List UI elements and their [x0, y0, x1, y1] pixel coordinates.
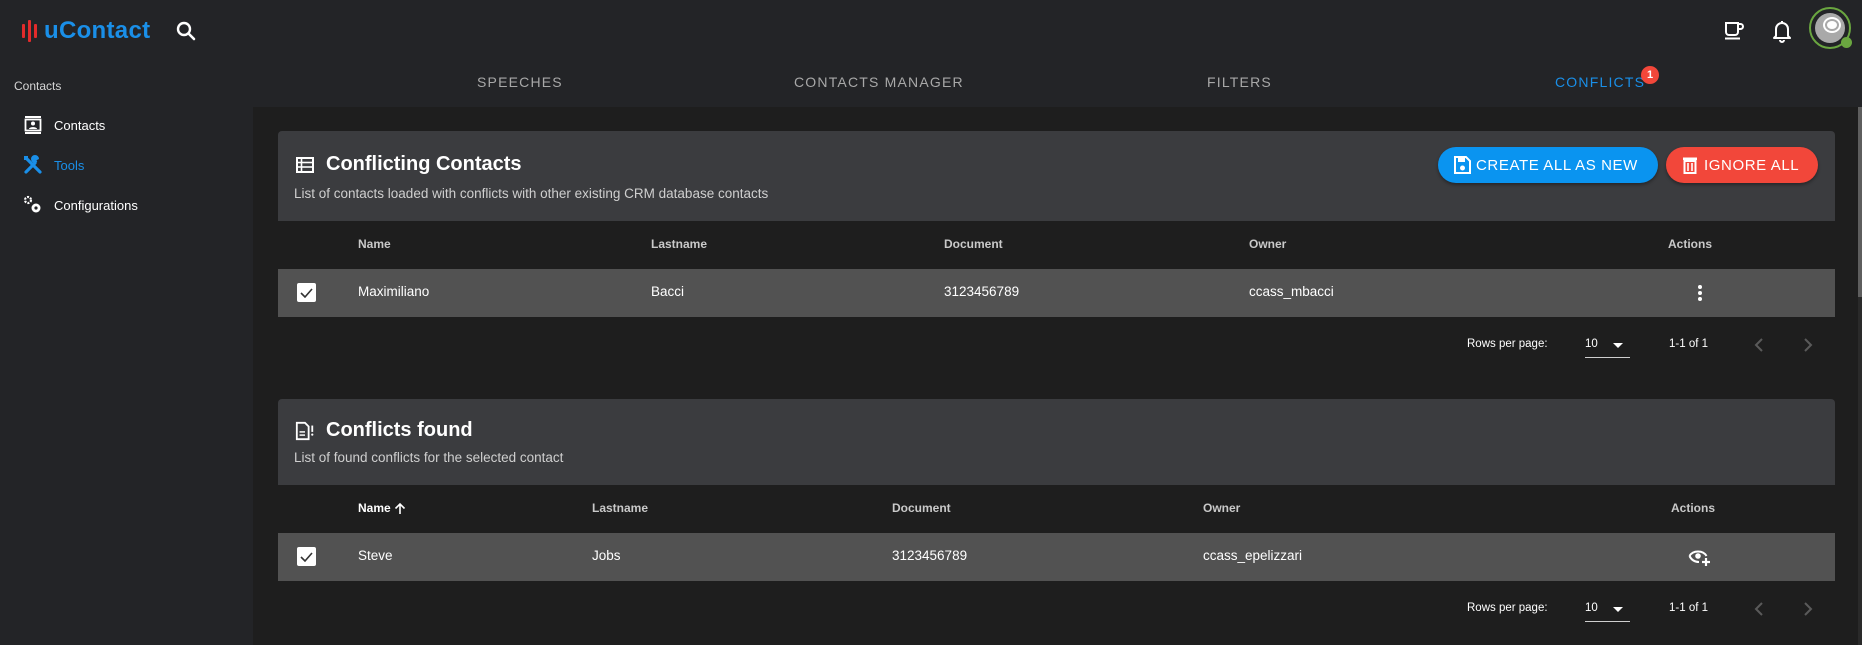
- view-add-conflict-button[interactable]: [1687, 545, 1713, 569]
- column-header-document[interactable]: Document: [944, 237, 1003, 251]
- conflicting-contacts-subtitle: List of contacts loaded with conflicts w…: [294, 186, 769, 201]
- top-bar: uContact: [0, 0, 1862, 62]
- dropdown-caret-icon: [1613, 343, 1623, 348]
- gears-icon: [22, 194, 44, 216]
- conflicts-found-header: Conflicts found List of found conflicts …: [278, 399, 1835, 485]
- chevron-right-icon: [1804, 602, 1813, 616]
- checkmark-icon: [300, 287, 313, 298]
- notifications-button[interactable]: [1770, 18, 1794, 44]
- tools-icon: [22, 154, 44, 176]
- next-page-button[interactable]: [1797, 334, 1819, 356]
- coffee-break-button[interactable]: [1722, 18, 1746, 42]
- tab-filters[interactable]: FILTERS: [1207, 74, 1272, 90]
- online-status-indicator: [1841, 37, 1852, 48]
- app-logo[interactable]: uContact: [22, 16, 150, 46]
- column-header-owner[interactable]: Owner: [1249, 237, 1286, 251]
- row-actions-menu-button[interactable]: [1688, 281, 1712, 305]
- sidebar-section-label: Contacts: [14, 79, 62, 93]
- bell-icon: [1773, 21, 1791, 43]
- conflicts-count-badge: 1: [1641, 66, 1659, 84]
- avatar-image: [1815, 13, 1845, 43]
- sidebar-item-tools[interactable]: Tools: [22, 151, 242, 179]
- user-avatar[interactable]: [1809, 7, 1852, 49]
- sidebar: Contacts Contacts Tools Configurations: [0, 62, 253, 645]
- tab-contacts-manager[interactable]: CONTACTS MANAGER: [794, 74, 964, 90]
- sort-ascending-icon: [394, 502, 405, 514]
- conflicting-contacts-title: Conflicting Contacts: [295, 153, 522, 176]
- eye-plus-icon: [1688, 550, 1710, 566]
- column-header-name[interactable]: Name: [358, 501, 406, 515]
- list-icon: [295, 155, 315, 175]
- cell-lastname: Jobs: [592, 548, 621, 563]
- cell-name: Steve: [358, 548, 393, 563]
- column-header-owner[interactable]: Owner: [1203, 501, 1240, 515]
- pagination-range: 1-1 of 1: [1669, 602, 1708, 614]
- table-row[interactable]: Maximiliano Bacci 3123456789 ccass_mbacc…: [278, 269, 1835, 317]
- row-checkbox[interactable]: [297, 283, 316, 302]
- conflicting-contacts-pagination: Rows per page: 10 1-1 of 1: [278, 326, 1835, 366]
- column-header-actions: Actions: [1671, 501, 1716, 515]
- document-alert-icon: [295, 421, 315, 441]
- previous-page-button[interactable]: [1748, 598, 1770, 620]
- tab-conflicts[interactable]: CONFLICTS: [1555, 74, 1645, 90]
- chevron-left-icon: [1754, 602, 1763, 616]
- conflicts-found-pagination: Rows per page: 10 1-1 of 1: [278, 590, 1835, 630]
- checkmark-icon: [300, 551, 313, 562]
- conflicts-found-title: Conflicts found: [295, 419, 473, 442]
- coffee-icon: [1725, 22, 1744, 40]
- table-row[interactable]: Steve Jobs 3123456789 ccass_epelizzari: [278, 533, 1835, 581]
- search-button[interactable]: [174, 19, 198, 43]
- rows-per-page-label: Rows per page:: [1467, 602, 1548, 614]
- create-all-as-new-button[interactable]: CREATE ALL AS NEW: [1438, 147, 1658, 183]
- previous-page-button[interactable]: [1748, 334, 1770, 356]
- logo-bars-icon: [22, 20, 37, 42]
- cell-owner: ccass_mbacci: [1249, 284, 1334, 299]
- conflicts-found-subtitle: List of found conflicts for the selected…: [294, 450, 564, 465]
- rows-per-page-select[interactable]: 10: [1585, 596, 1630, 622]
- trash-icon: [1682, 155, 1700, 175]
- cell-lastname: Bacci: [651, 284, 685, 299]
- cell-name: Maximiliano: [358, 284, 430, 299]
- chevron-left-icon: [1754, 338, 1763, 352]
- sidebar-item-label: Tools: [54, 157, 85, 173]
- chevron-right-icon: [1804, 338, 1813, 352]
- search-icon: [176, 21, 196, 41]
- conflicting-contacts-header: Conflicting Contacts List of contacts lo…: [278, 131, 1835, 221]
- cell-document: 3123456789: [944, 284, 1020, 299]
- contact-card-icon: [22, 114, 44, 136]
- rows-per-page-label: Rows per page:: [1467, 338, 1548, 350]
- column-header-name[interactable]: Name: [358, 237, 391, 251]
- app-name: uContact: [44, 17, 151, 44]
- tab-bar: SPEECHES CONTACTS MANAGER FILTERS CONFLI…: [253, 62, 1862, 107]
- column-header-lastname[interactable]: Lastname: [651, 237, 707, 251]
- pagination-range: 1-1 of 1: [1669, 338, 1708, 350]
- conflicts-found-table-header: Name Lastname Document Owner Actions: [278, 485, 1835, 532]
- sidebar-item-label: Contacts: [54, 117, 106, 133]
- cell-document: 3123456789: [892, 548, 968, 563]
- column-header-actions: Actions: [1668, 237, 1713, 251]
- save-icon: [1454, 155, 1472, 175]
- column-header-lastname[interactable]: Lastname: [592, 501, 648, 515]
- scrollbar-thumb[interactable]: [1858, 107, 1862, 297]
- content-scrollbar[interactable]: [1858, 107, 1862, 645]
- conflicting-contacts-table-header: Name Lastname Document Owner Actions: [278, 221, 1835, 268]
- row-checkbox[interactable]: [297, 547, 316, 566]
- dropdown-caret-icon: [1613, 607, 1623, 612]
- sidebar-item-contacts[interactable]: Contacts: [22, 111, 242, 139]
- rows-per-page-select[interactable]: 10: [1585, 332, 1630, 358]
- next-page-button[interactable]: [1797, 598, 1819, 620]
- more-vert-icon: [1698, 285, 1702, 301]
- cell-owner: ccass_epelizzari: [1203, 548, 1303, 563]
- column-header-document[interactable]: Document: [892, 501, 951, 515]
- ignore-all-button[interactable]: IGNORE ALL: [1666, 147, 1818, 183]
- tab-speeches[interactable]: SPEECHES: [477, 74, 563, 90]
- sidebar-item-label: Configurations: [54, 197, 138, 213]
- sidebar-item-configurations[interactable]: Configurations: [22, 191, 242, 219]
